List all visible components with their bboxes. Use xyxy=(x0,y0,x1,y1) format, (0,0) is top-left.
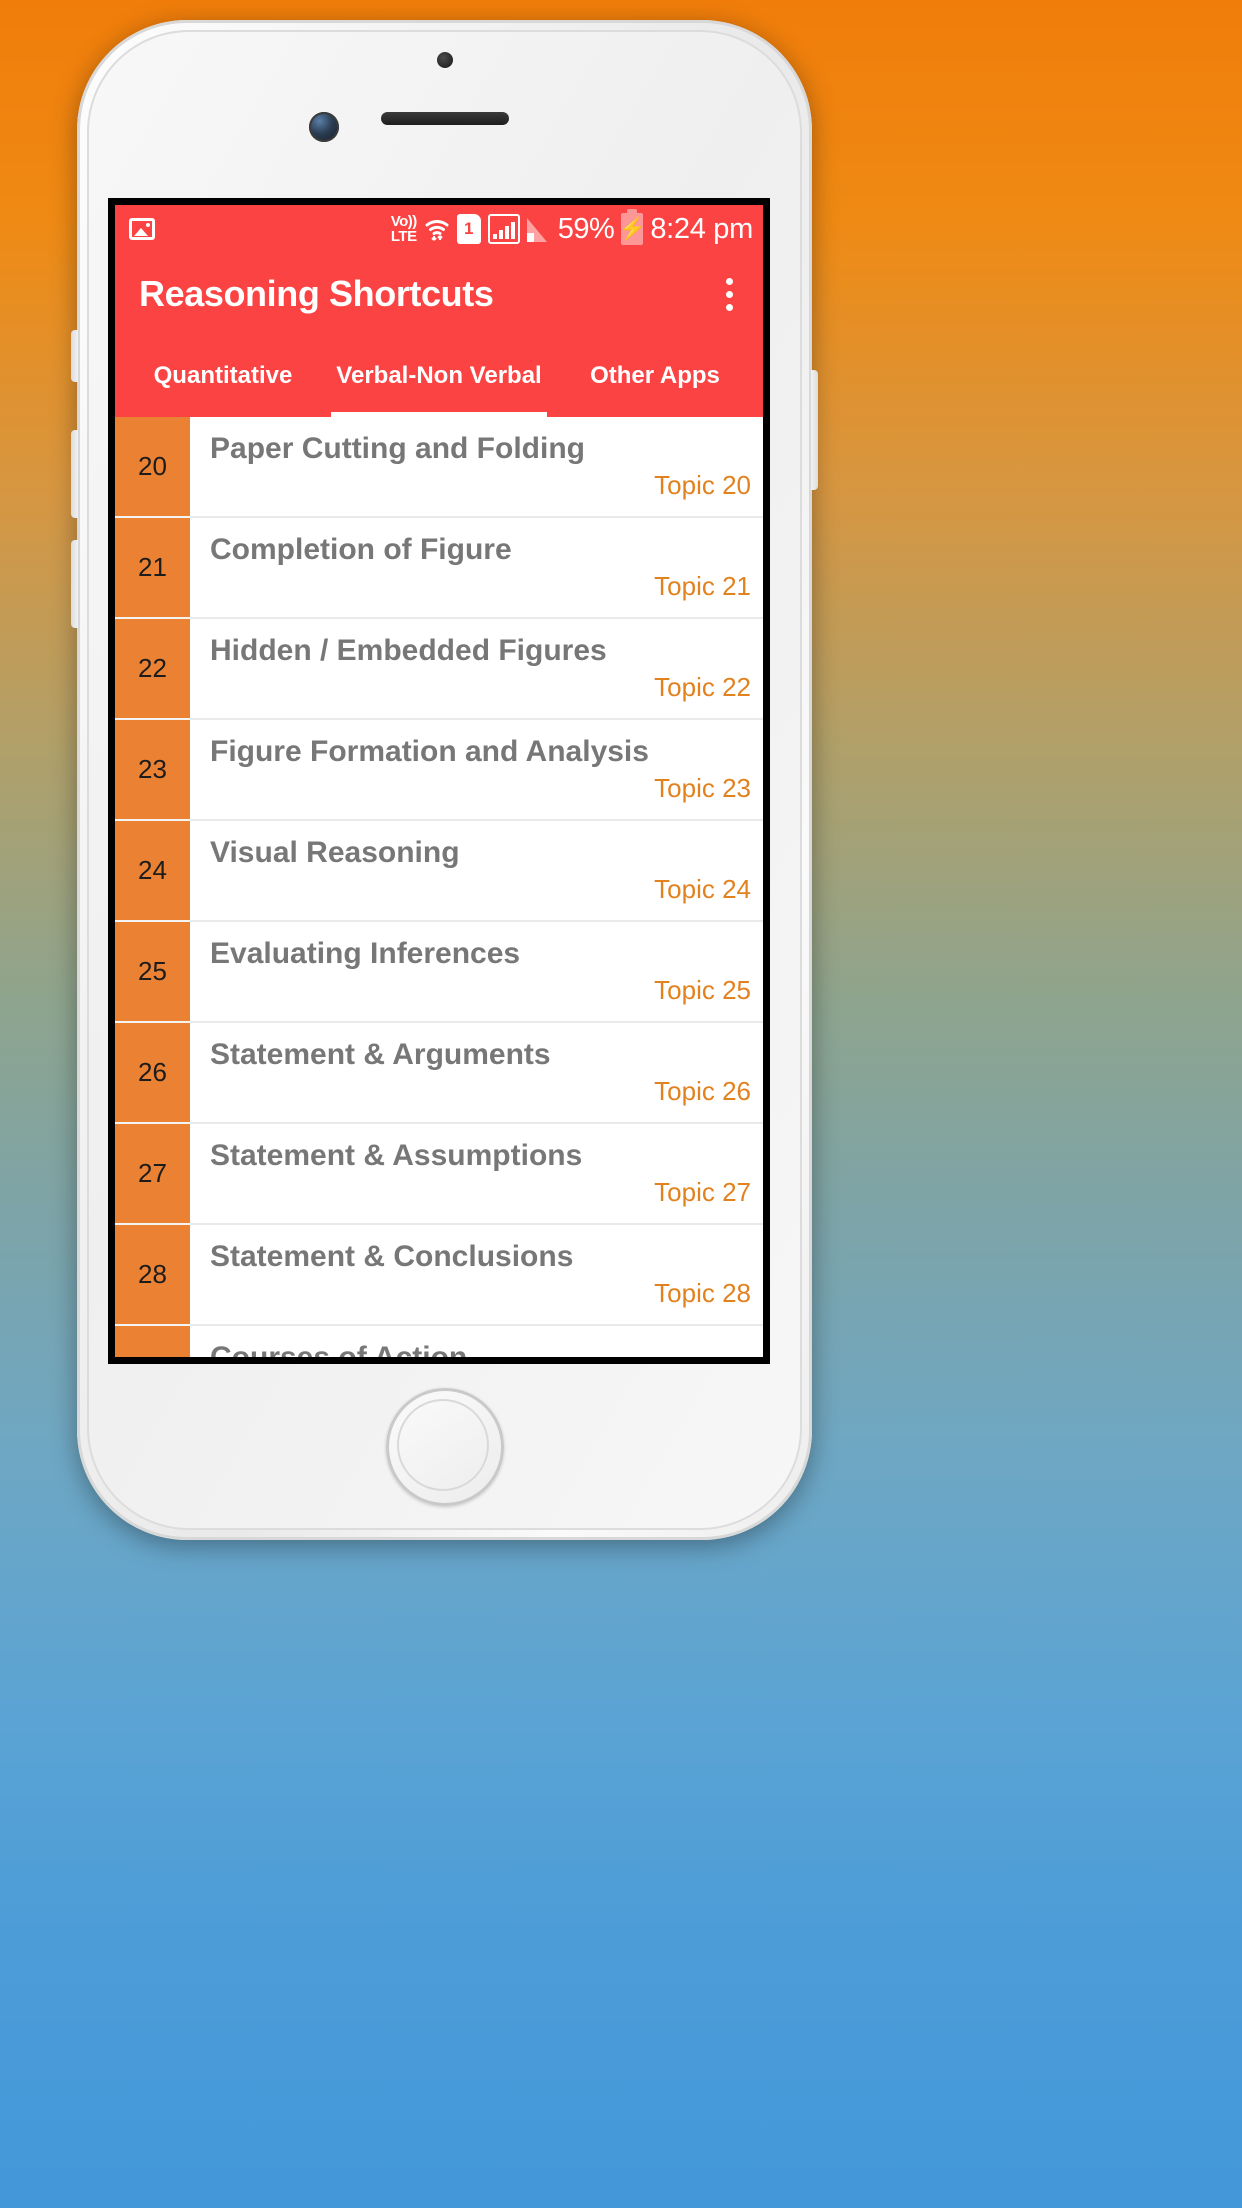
list-item-number: 24 xyxy=(115,821,190,922)
list-item-title: Evaluating Inferences xyxy=(210,936,521,970)
list-item[interactable]: 29Courses of ActionTopic 29 xyxy=(115,1326,763,1357)
clock-label: 8:24 pm xyxy=(650,212,753,245)
list-item-topic-label: Topic 21 xyxy=(654,571,751,602)
list-item-body: Evaluating Inferences Topic 25 xyxy=(190,922,763,1023)
list-item-number: 27 xyxy=(115,1124,190,1225)
list-item-topic-label: Topic 23 xyxy=(654,773,751,804)
list-item-topic-label: Topic 24 xyxy=(654,874,751,905)
list-item-body: Figure Formation and Analysis Topic 23 xyxy=(190,720,763,821)
status-bar-left xyxy=(129,218,391,240)
list-item[interactable]: 24 Visual Reasoning Topic 24 xyxy=(115,821,763,922)
list-item[interactable]: 22 Hidden / Embedded Figures Topic 22 xyxy=(115,619,763,720)
tab-bar: Quantitative Verbal-Non Verbal Other App… xyxy=(115,335,763,417)
app-screen: Vo)) LTE 1 59% ⚡ 8:24 pm Reasoning Short… xyxy=(115,205,763,1357)
wifi-icon xyxy=(424,216,450,242)
volte-top-label: Vo)) xyxy=(390,213,418,230)
sim-card-icon: 1 xyxy=(456,214,481,244)
list-item-number: 23 xyxy=(115,720,190,821)
list-item[interactable]: 27 Statement & Assumptions Topic 27 xyxy=(115,1124,763,1225)
phone-screen: Vo)) LTE 1 59% ⚡ 8:24 pm Reasoning Short… xyxy=(108,198,770,1364)
list-item-number: 25 xyxy=(115,922,190,1023)
signal-bars-boxed-icon xyxy=(487,214,520,244)
list-item-title: Courses of Action xyxy=(210,1342,751,1357)
list-item-body: Hidden / Embedded Figures Topic 22 xyxy=(190,619,763,720)
topic-list: 20 Paper Cutting and Folding Topic 20 21 Com… xyxy=(115,417,763,1357)
phone-mute-switch xyxy=(71,330,78,382)
list-item[interactable]: 25 Evaluating Inferences Topic 25 xyxy=(115,922,763,1023)
status-bar-right: Vo)) LTE 1 59% ⚡ 8:24 pm xyxy=(390,209,753,246)
list-item-number: 28 xyxy=(115,1225,190,1326)
list-item-topic-label: Topic 28 xyxy=(654,1278,751,1309)
list-item-title: Paper Cutting and Folding xyxy=(210,431,585,465)
kebab-menu-icon[interactable] xyxy=(709,270,749,318)
status-bar: Vo)) LTE 1 59% ⚡ 8:24 pm xyxy=(115,205,763,253)
list-item-title: Hidden / Embedded Figures xyxy=(210,633,607,667)
list-item[interactable]: 23 Figure Formation and Analysis Topic 23 xyxy=(115,720,763,821)
signal-bars-icon xyxy=(526,216,551,242)
list-item-title: Statement & Arguments xyxy=(210,1037,551,1071)
list-item-title: Completion of Figure xyxy=(210,532,512,566)
list-item-title: Figure Formation and Analysis xyxy=(210,734,649,768)
list-item-title: Visual Reasoning xyxy=(210,835,460,869)
page-title: Reasoning Shortcuts xyxy=(139,273,494,314)
list-item[interactable]: 21 Completion of Figure Topic 21 xyxy=(115,518,763,619)
list-item-number: 29 xyxy=(115,1326,190,1357)
volte-bottom-label: LTE xyxy=(390,228,417,245)
front-camera xyxy=(309,112,339,142)
list-item-number: 20 xyxy=(115,417,190,518)
list-item-number: 21 xyxy=(115,518,190,619)
phone-volume-up-button xyxy=(71,430,78,518)
app-bar: Reasoning Shortcuts xyxy=(115,253,763,335)
list-item[interactable]: 20 Paper Cutting and Folding Topic 20 xyxy=(115,417,763,518)
list-item-topic-label: Topic 25 xyxy=(654,975,751,1006)
list-item-body: Visual Reasoning Topic 24 xyxy=(190,821,763,922)
phone-volume-down-button xyxy=(71,540,78,628)
proximity-sensor xyxy=(436,52,453,68)
tab-verbal-non-verbal[interactable]: Verbal-Non Verbal xyxy=(331,335,547,417)
list-item-body: Completion of Figure Topic 21 xyxy=(190,518,763,619)
list-item-title: Statement & Conclusions xyxy=(210,1239,574,1273)
list-item-title: Statement & Assumptions xyxy=(210,1138,583,1172)
list-item-topic-label: Topic 22 xyxy=(654,672,751,703)
tab-other-apps[interactable]: Other Apps xyxy=(547,335,763,417)
list-item[interactable]: 26 Statement & Arguments Topic 26 xyxy=(115,1023,763,1124)
phone-power-button xyxy=(811,370,818,490)
tab-quantitative[interactable]: Quantitative xyxy=(115,335,331,417)
list-item-body: Statement & Assumptions Topic 27 xyxy=(190,1124,763,1225)
list-item-body: Paper Cutting and Folding Topic 20 xyxy=(190,417,763,518)
list-item-body: Statement & Conclusions Topic 28 xyxy=(190,1225,763,1326)
list-item-topic-label: Topic 20 xyxy=(654,470,751,501)
list-item-body: Courses of ActionTopic 29 xyxy=(190,1326,763,1357)
home-button[interactable] xyxy=(385,1388,504,1506)
earpiece-speaker xyxy=(380,112,509,125)
battery-charging-icon: ⚡ xyxy=(619,209,646,245)
battery-percent-label: 59% xyxy=(557,212,615,245)
list-item-number: 22 xyxy=(115,619,190,720)
list-item-topic-label: Topic 27 xyxy=(654,1177,751,1208)
volte-icon: Vo)) LTE xyxy=(390,213,418,245)
list-item-number: 26 xyxy=(115,1023,190,1124)
photo-icon xyxy=(129,218,155,240)
list-item[interactable]: 28 Statement & Conclusions Topic 28 xyxy=(115,1225,763,1326)
list-item-topic-label: Topic 26 xyxy=(654,1076,751,1107)
list-item-body: Statement & Arguments Topic 26 xyxy=(190,1023,763,1124)
